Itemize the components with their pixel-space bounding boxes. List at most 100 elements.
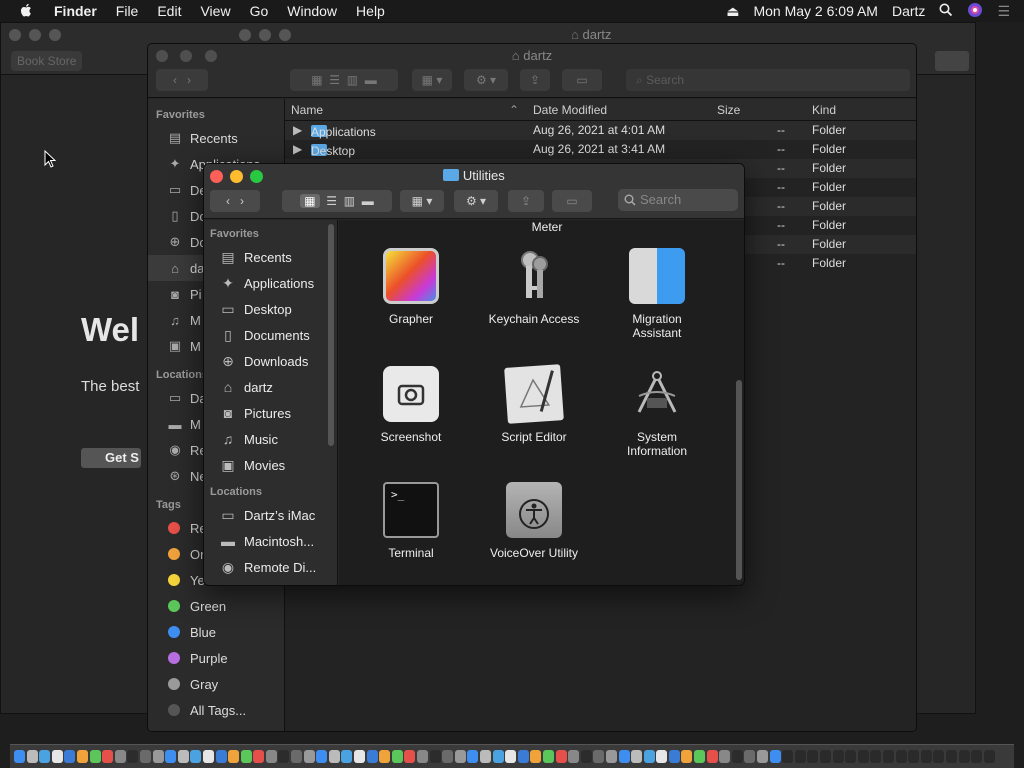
sidebar-item-recents[interactable]: ▤ Recents (148, 125, 284, 151)
dock-app-icon[interactable] (908, 750, 920, 763)
sidebar-item-recents[interactable]: ▤ Recents (204, 244, 337, 270)
dock-app-icon[interactable] (933, 750, 945, 763)
column-kind[interactable]: Kind (812, 103, 836, 117)
back-forward-buttons[interactable]: ‹ › (210, 190, 260, 212)
spotlight-search-icon[interactable] (939, 3, 953, 20)
dock-app-icon[interactable] (870, 750, 882, 763)
column-view-icon[interactable]: ▥ (347, 73, 358, 87)
menu-view[interactable]: View (200, 3, 230, 19)
dock-app-icon[interactable] (240, 750, 252, 763)
dock-app-icon[interactable] (782, 750, 794, 763)
sidebar-item-documents[interactable]: ▯ Documents (204, 322, 337, 348)
sidebar-item-music[interactable]: ♫ Music (204, 426, 337, 452)
app-terminal[interactable]: >_ Terminal (351, 482, 471, 560)
action-button[interactable]: ⚙ ▾ (464, 69, 508, 91)
table-row[interactable]: ▶ Desktop Aug 26, 2021 at 3:41 AM -- Folder (285, 140, 916, 159)
sidebar-item-desktop[interactable]: ▭ Desktop (204, 296, 337, 322)
forward-icon[interactable]: › (240, 194, 244, 208)
zoom-button-2[interactable] (279, 29, 291, 41)
sidebar-scrollbar[interactable] (328, 224, 334, 446)
dock-app-icon[interactable] (807, 750, 819, 763)
apple-menu-icon[interactable] (18, 2, 40, 21)
bg-toolbar-button[interactable] (935, 51, 969, 71)
dock-app-icon[interactable] (190, 750, 202, 763)
dock-app-icon[interactable] (492, 750, 504, 763)
app-keychain-access[interactable]: Keychain Access (474, 248, 594, 326)
dock-app-icon[interactable] (379, 750, 391, 763)
menu-finder[interactable]: Finder (54, 3, 97, 19)
get-started-button[interactable]: Get S (81, 448, 141, 468)
sidebar-item-imac[interactable]: ▭ Dartz’s iMac (204, 502, 337, 528)
group-button[interactable]: ▦ ▾ (400, 190, 444, 212)
column-size[interactable]: Size (717, 103, 740, 117)
action-button[interactable]: ⚙ ▾ (454, 190, 498, 212)
dock-app-icon[interactable] (291, 750, 303, 763)
list-view-icon[interactable]: ☰ (329, 73, 340, 87)
close-button[interactable] (9, 29, 21, 41)
dock-app-icon[interactable] (958, 750, 970, 763)
dock-app-icon[interactable] (253, 750, 265, 763)
sidebar-tag-blue[interactable]: Blue (148, 619, 284, 645)
utilities-search-input[interactable]: Search (618, 189, 738, 211)
dock-app-icon[interactable] (631, 750, 643, 763)
dock-app-icon[interactable] (530, 750, 542, 763)
column-date-modified[interactable]: Date Modified (533, 103, 607, 117)
dock-app-icon[interactable] (228, 750, 240, 763)
menubar-user[interactable]: Dartz (892, 3, 925, 19)
dock-app-icon[interactable] (757, 750, 769, 763)
dock-app-icon[interactable] (882, 750, 894, 763)
menu-file[interactable]: File (116, 3, 139, 19)
dock-app-icon[interactable] (429, 750, 441, 763)
dock-app-icon[interactable] (517, 750, 529, 763)
dock-app-icon[interactable] (14, 750, 25, 763)
dock-app-icon[interactable] (202, 750, 214, 763)
group-button[interactable]: ▦ ▾ (412, 69, 452, 91)
dock-app-icon[interactable] (102, 750, 114, 763)
dock-app-icon[interactable] (89, 750, 101, 763)
sidebar-tag-green[interactable]: Green (148, 593, 284, 619)
table-row[interactable]: ▶ Applications Aug 26, 2021 at 4:01 AM -- Fo… (285, 121, 916, 140)
dock-app-icon[interactable] (127, 750, 139, 763)
list-view-icon[interactable]: ☰ (326, 194, 337, 208)
dock-app-icon[interactable] (316, 750, 328, 763)
sidebar-item-pictures[interactable]: ◙ Pictures (204, 400, 337, 426)
forward-icon[interactable]: › (187, 73, 191, 87)
dock-app-icon[interactable] (706, 750, 718, 763)
view-mode-buttons[interactable]: ▦ ☰ ▥ ▬ (282, 190, 392, 212)
dock-app-icon[interactable] (442, 750, 454, 763)
dock-app-icon[interactable] (744, 750, 756, 763)
sidebar-all-tags[interactable]: All Tags... (148, 697, 284, 723)
dock-app-icon[interactable] (278, 750, 290, 763)
dock-app-icon[interactable] (857, 750, 869, 763)
dock-app-icon[interactable] (165, 750, 177, 763)
dock-app-icon[interactable] (656, 750, 668, 763)
dock-app-icon[interactable] (505, 750, 517, 763)
book-store-tab[interactable]: Book Store (11, 50, 83, 71)
dartz-search-input[interactable]: ⌕ Search (626, 69, 910, 91)
dock-app-icon[interactable] (568, 750, 580, 763)
app-voiceover-utility[interactable]: VoiceOver Utility (474, 482, 594, 560)
menu-edit[interactable]: Edit (157, 3, 181, 19)
dock-app-icon[interactable] (832, 750, 844, 763)
dock-app-icon[interactable] (479, 750, 491, 763)
dock-app-icon[interactable] (265, 750, 277, 763)
dock-app-icon[interactable] (39, 750, 51, 763)
dock-app-icon[interactable] (417, 750, 428, 763)
dock-app-icon[interactable] (983, 750, 995, 763)
dock-app-icon[interactable] (694, 750, 706, 763)
dock-app-icon[interactable] (794, 750, 806, 763)
gallery-view-icon[interactable]: ▬ (362, 194, 374, 208)
sidebar-tag-purple[interactable]: Purple (148, 645, 284, 671)
dock-app-icon[interactable] (328, 750, 340, 763)
tag-button[interactable]: ▭ (552, 190, 592, 212)
zoom-button[interactable] (49, 29, 61, 41)
dock-app-icon[interactable] (454, 750, 466, 763)
dock-app-icon[interactable] (303, 750, 315, 763)
dock-app-icon[interactable] (769, 750, 781, 763)
minimize-button-2[interactable] (259, 29, 271, 41)
dock-app-icon[interactable] (177, 750, 189, 763)
sidebar-item-applications[interactable]: ✦Applications (204, 270, 337, 296)
dock-app-icon[interactable] (555, 750, 567, 763)
close-button-2[interactable] (239, 29, 251, 41)
icon-view-icon[interactable]: ▦ (311, 73, 322, 87)
